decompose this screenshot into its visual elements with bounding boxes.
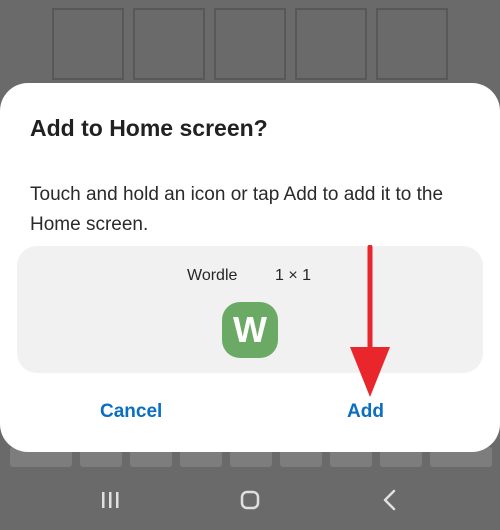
- widget-size-label: 1 × 1: [275, 267, 312, 284]
- dialog-message: Touch and hold an icon or tap Add to add…: [30, 184, 444, 235]
- home-icon: [240, 490, 260, 510]
- navigation-bar: [0, 470, 500, 530]
- recent-apps-icon: [102, 492, 119, 508]
- annotation-arrow-icon: [350, 245, 390, 397]
- back-icon: [383, 489, 396, 511]
- app-name-label: Wordle: [187, 267, 238, 284]
- recent-apps-button[interactable]: [90, 482, 130, 518]
- widget-preview-card: Wordle 1 × 1 W: [17, 246, 483, 373]
- board-tile: [214, 8, 286, 80]
- home-button[interactable]: [230, 482, 270, 518]
- back-button[interactable]: [370, 482, 410, 518]
- board-tile: [133, 8, 205, 80]
- add-to-home-dialog: Add to Home screen? Touch and hold an ic…: [0, 83, 500, 452]
- board-tile: [52, 8, 124, 80]
- dialog-title: Add to Home screen?: [30, 115, 268, 141]
- board-tile: [295, 8, 367, 80]
- app-icon-letter: W: [233, 309, 267, 350]
- board-tile: [376, 8, 448, 80]
- wordle-app-icon[interactable]: W: [222, 302, 278, 358]
- cancel-button[interactable]: Cancel: [92, 393, 170, 431]
